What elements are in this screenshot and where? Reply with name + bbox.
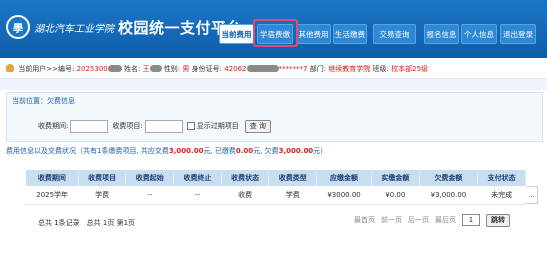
user-info-bar: 当前用户>>编号: 2025300 姓名: 王 性别: 男 身份证号: 4206… — [0, 62, 547, 76]
period-input[interactable] — [70, 119, 109, 133]
nav-registration-info[interactable]: 报名信息 — [424, 24, 459, 44]
cell-amount-paid: ¥0.00 — [371, 186, 420, 205]
pager-next[interactable]: 后一页 — [408, 215, 429, 225]
pager: 最首页 前一页 后一页 最后页 1 跳转 — [354, 213, 510, 227]
user-name-label: 姓名: — [123, 65, 141, 73]
cell-payment-status: 未完成 — [477, 186, 526, 205]
class-label: 班级: — [372, 65, 389, 73]
gender-value: 男 — [182, 65, 190, 73]
search-row: 收费期间: 收费项目: 显示过期项目 查 询 — [38, 119, 271, 133]
column-header: 收费类型 — [268, 170, 318, 186]
breadcrumb: 当前位置：欠费信息 — [12, 97, 75, 105]
nav-living-fees[interactable]: 生活缴费 — [333, 24, 367, 44]
summary-text3: 元, 欠费 — [253, 147, 279, 155]
fee-summary: 费用信息以及交费状况（共有1条缴费项目, 共应交费3,000.00元, 已缴费0… — [6, 146, 327, 156]
idcard-prefix: 42062 — [224, 65, 247, 73]
redaction — [149, 65, 162, 72]
column-header: 欠费金额 — [419, 170, 479, 186]
column-header: 支付状态 — [477, 170, 526, 186]
column-header: 实缴金额 — [371, 170, 420, 186]
query-button[interactable]: 查 询 — [244, 119, 271, 133]
divider — [0, 78, 547, 90]
cell-end: -- — [173, 186, 222, 205]
column-header: 收费项目 — [78, 170, 127, 186]
pager-prev[interactable]: 前一页 — [381, 215, 402, 225]
summary-paid: 0.00 — [235, 147, 254, 155]
nav-logout[interactable]: 退出登录 — [500, 24, 536, 44]
idcard-suffix: *******7 — [278, 65, 308, 73]
user-name-value: 王 — [142, 65, 150, 73]
table-header-row: 收费期间 收费项目 收费起始 收费终止 收费状态 收费类型 应缴金额 实缴金额 … — [26, 170, 526, 186]
table-more-stub[interactable]: ... — [526, 186, 538, 204]
nav-current-fees[interactable]: 当前费用 — [219, 24, 254, 44]
summary-text2: 元, 已缴费 — [203, 147, 236, 155]
nav-transaction-query[interactable]: 交易查询 — [373, 24, 416, 44]
cell-item: 学费 — [78, 186, 126, 205]
goto-button[interactable]: 跳转 — [486, 213, 510, 227]
nav-tuition-fees[interactable]: 学宿费缴 — [257, 24, 293, 44]
pager-first[interactable]: 最首页 — [354, 215, 375, 225]
user-icon — [6, 64, 14, 72]
summary-owed: 3,000.00 — [278, 147, 314, 155]
cell-amount-owed: ¥3,000.00 — [419, 186, 478, 205]
show-expired-label: 显示过期项目 — [196, 122, 239, 130]
summary-prefix: 费用信息以及交费状况 — [6, 147, 76, 155]
summary-text1: （共有1条缴费项目, 共应交费 — [76, 147, 169, 155]
gender-label: 性别: — [163, 65, 181, 73]
period-label: 收费期间: — [38, 122, 69, 130]
item-label: 收费项目: — [112, 122, 143, 130]
column-header: 收费状态 — [221, 170, 270, 186]
nav-other-fees[interactable]: 其他费用 — [296, 24, 331, 44]
redaction — [107, 65, 122, 72]
main-nav: 当前费用 学宿费缴 其他费用 生活缴费 交易查询 报名信息 个人信息 退出登录 — [0, 24, 547, 44]
show-expired-checkbox[interactable] — [186, 122, 195, 130]
cell-period: 2025学年 — [26, 186, 79, 205]
table-row[interactable]: 2025学年 学费 -- -- 收费 学费 ¥3000.00 ¥0.00 ¥3,… — [26, 186, 526, 205]
fees-table: 收费期间 收费项目 收费起始 收费终止 收费状态 收费类型 应缴金额 实缴金额 … — [26, 170, 526, 205]
summary-text4: 元） — [313, 147, 328, 155]
idcard-label: 身份证号: — [191, 65, 222, 73]
page-number-input[interactable]: 1 — [462, 214, 480, 226]
cell-start: -- — [125, 186, 174, 205]
cell-type: 学费 — [268, 186, 317, 205]
summary-due: 3,000.00 — [168, 147, 204, 155]
pager-last[interactable]: 最后页 — [435, 215, 456, 225]
column-header: 收费终止 — [173, 170, 222, 186]
column-header: 收费起始 — [125, 170, 175, 186]
column-header: 收费期间 — [26, 170, 79, 186]
pager-summary: 总共 1条记录 总共 1页 第1页 — [38, 219, 136, 227]
cell-amount-due: ¥3000.00 — [316, 186, 372, 205]
dept-value: 继续教育学院 — [328, 65, 371, 73]
redaction — [246, 65, 279, 72]
header: 學 湖北汽车工业学院 校园统一支付平台 当前费用 学宿费缴 其他费用 生活缴费 … — [0, 0, 547, 58]
cell-status: 收费 — [221, 186, 269, 205]
column-header: 应缴金额 — [316, 170, 372, 186]
class-value: 校本部25级 — [391, 65, 429, 73]
user-id-value: 2025300 — [76, 65, 108, 73]
dept-label: 部门: — [309, 65, 327, 73]
search-panel — [6, 92, 543, 142]
item-input[interactable] — [144, 119, 183, 133]
nav-personal-info[interactable]: 个人信息 — [461, 24, 497, 44]
user-id-label: 当前用户>>编号: — [18, 65, 75, 73]
